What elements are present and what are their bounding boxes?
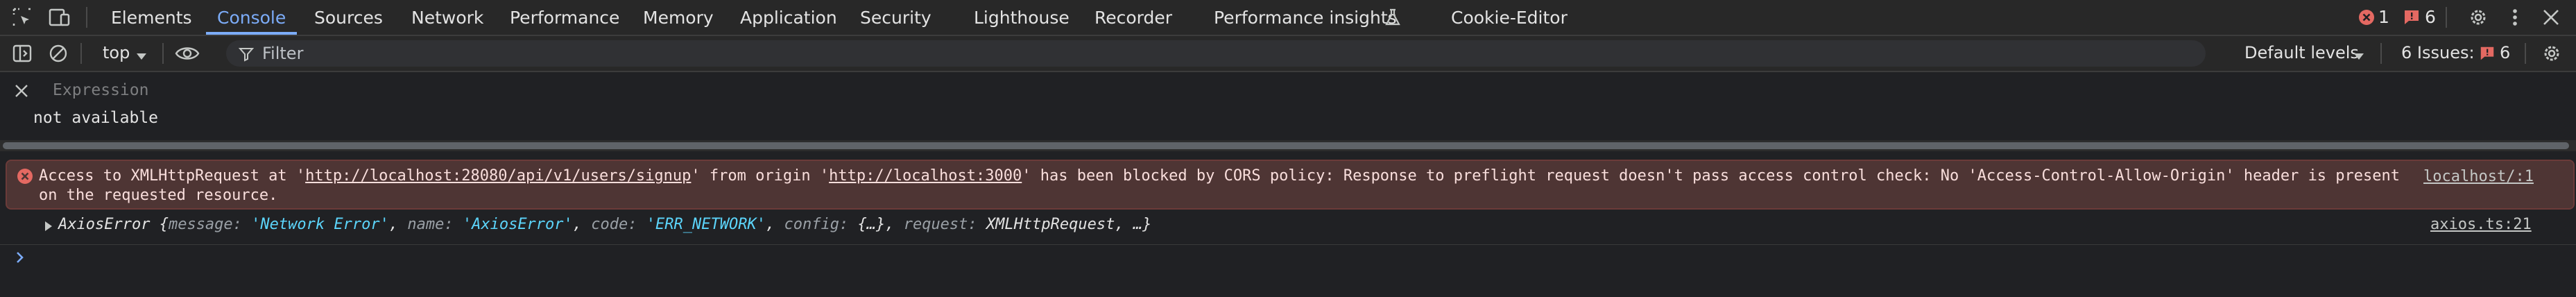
close-icon[interactable] [2539, 5, 2564, 30]
filter-input[interactable]: Filter [226, 40, 2206, 67]
active-tab-indicator [206, 32, 297, 35]
error-icon[interactable] [2358, 9, 2375, 26]
more-vertical-icon[interactable] [2502, 5, 2527, 30]
filter-icon [239, 48, 254, 62]
tab-network[interactable]: Network [411, 0, 483, 35]
separator [162, 43, 164, 64]
tab-cookie-editor[interactable]: Cookie-Editor [1451, 0, 1568, 35]
issues-count[interactable]: 6 [2500, 43, 2510, 62]
separator [2525, 43, 2526, 64]
tab-security[interactable]: Security [860, 0, 931, 35]
close-icon[interactable] [14, 83, 29, 99]
log-levels-dropdown[interactable]: Default levels [2244, 43, 2359, 62]
live-expression-input[interactable]: Expression [53, 81, 148, 99]
tab-recorder[interactable]: Recorder [1094, 0, 1172, 35]
tab-console[interactable]: Console [217, 0, 286, 35]
tab-performance-insights[interactable]: Performance insights [1214, 0, 1397, 35]
tab-elements[interactable]: Elements [111, 0, 192, 35]
tab-memory[interactable]: Memory [643, 0, 714, 35]
tab-lighthouse[interactable]: Lighthouse [974, 0, 1070, 35]
scrollbar-thumb[interactable] [3, 142, 2569, 149]
error-url-link[interactable]: http://localhost:28080/api/v1/users/sign… [305, 167, 691, 185]
error-text-line-2: on the requested resource. [39, 187, 278, 204]
separator [86, 7, 87, 28]
issue-icon[interactable] [2403, 8, 2421, 26]
tab-application[interactable]: Application [740, 0, 837, 35]
separator [2380, 43, 2382, 64]
issue-count[interactable]: 6 [2425, 7, 2436, 27]
axios-source-link[interactable]: axios.ts:21 [2430, 216, 2532, 233]
gear-icon[interactable] [2466, 5, 2491, 30]
error-icon [17, 168, 33, 185]
dropdown-icon[interactable] [137, 50, 146, 63]
clear-icon[interactable] [49, 44, 68, 63]
eye-icon[interactable] [175, 44, 200, 62]
error-source-link[interactable]: localhost/:1 [2423, 168, 2534, 185]
flask-icon [1380, 5, 1405, 30]
issue-icon[interactable] [2479, 45, 2496, 62]
error-text-line-1: Access to XMLHttpRequest at 'http://loca… [39, 167, 2401, 185]
live-expression-value: not available [33, 109, 159, 127]
device-toggle-icon[interactable] [47, 5, 72, 30]
inspect-icon[interactable] [10, 5, 35, 30]
issues-label[interactable]: 6 Issues: [2401, 43, 2475, 62]
sidebar-icon[interactable] [12, 44, 32, 63]
filter-placeholder: Filter [262, 44, 304, 63]
live-expression-panel [0, 72, 2576, 140]
tab-performance[interactable]: Performance [510, 0, 619, 35]
axios-error-object[interactable]: AxiosError {message: 'Network Error', na… [58, 216, 1151, 233]
chevron-right-icon [17, 252, 24, 263]
dropdown-icon[interactable] [2354, 50, 2364, 63]
error-count[interactable]: 1 [2378, 7, 2389, 27]
context-selector[interactable]: top [103, 43, 130, 62]
separator [80, 43, 82, 64]
settings-icon[interactable] [2541, 43, 2562, 64]
error-origin-link[interactable]: http://localhost:3000 [829, 167, 1022, 185]
console-prompt[interactable] [15, 248, 25, 269]
tab-sources[interactable]: Sources [314, 0, 383, 35]
separator [2446, 7, 2447, 28]
expand-triangle-icon[interactable] [44, 221, 53, 234]
